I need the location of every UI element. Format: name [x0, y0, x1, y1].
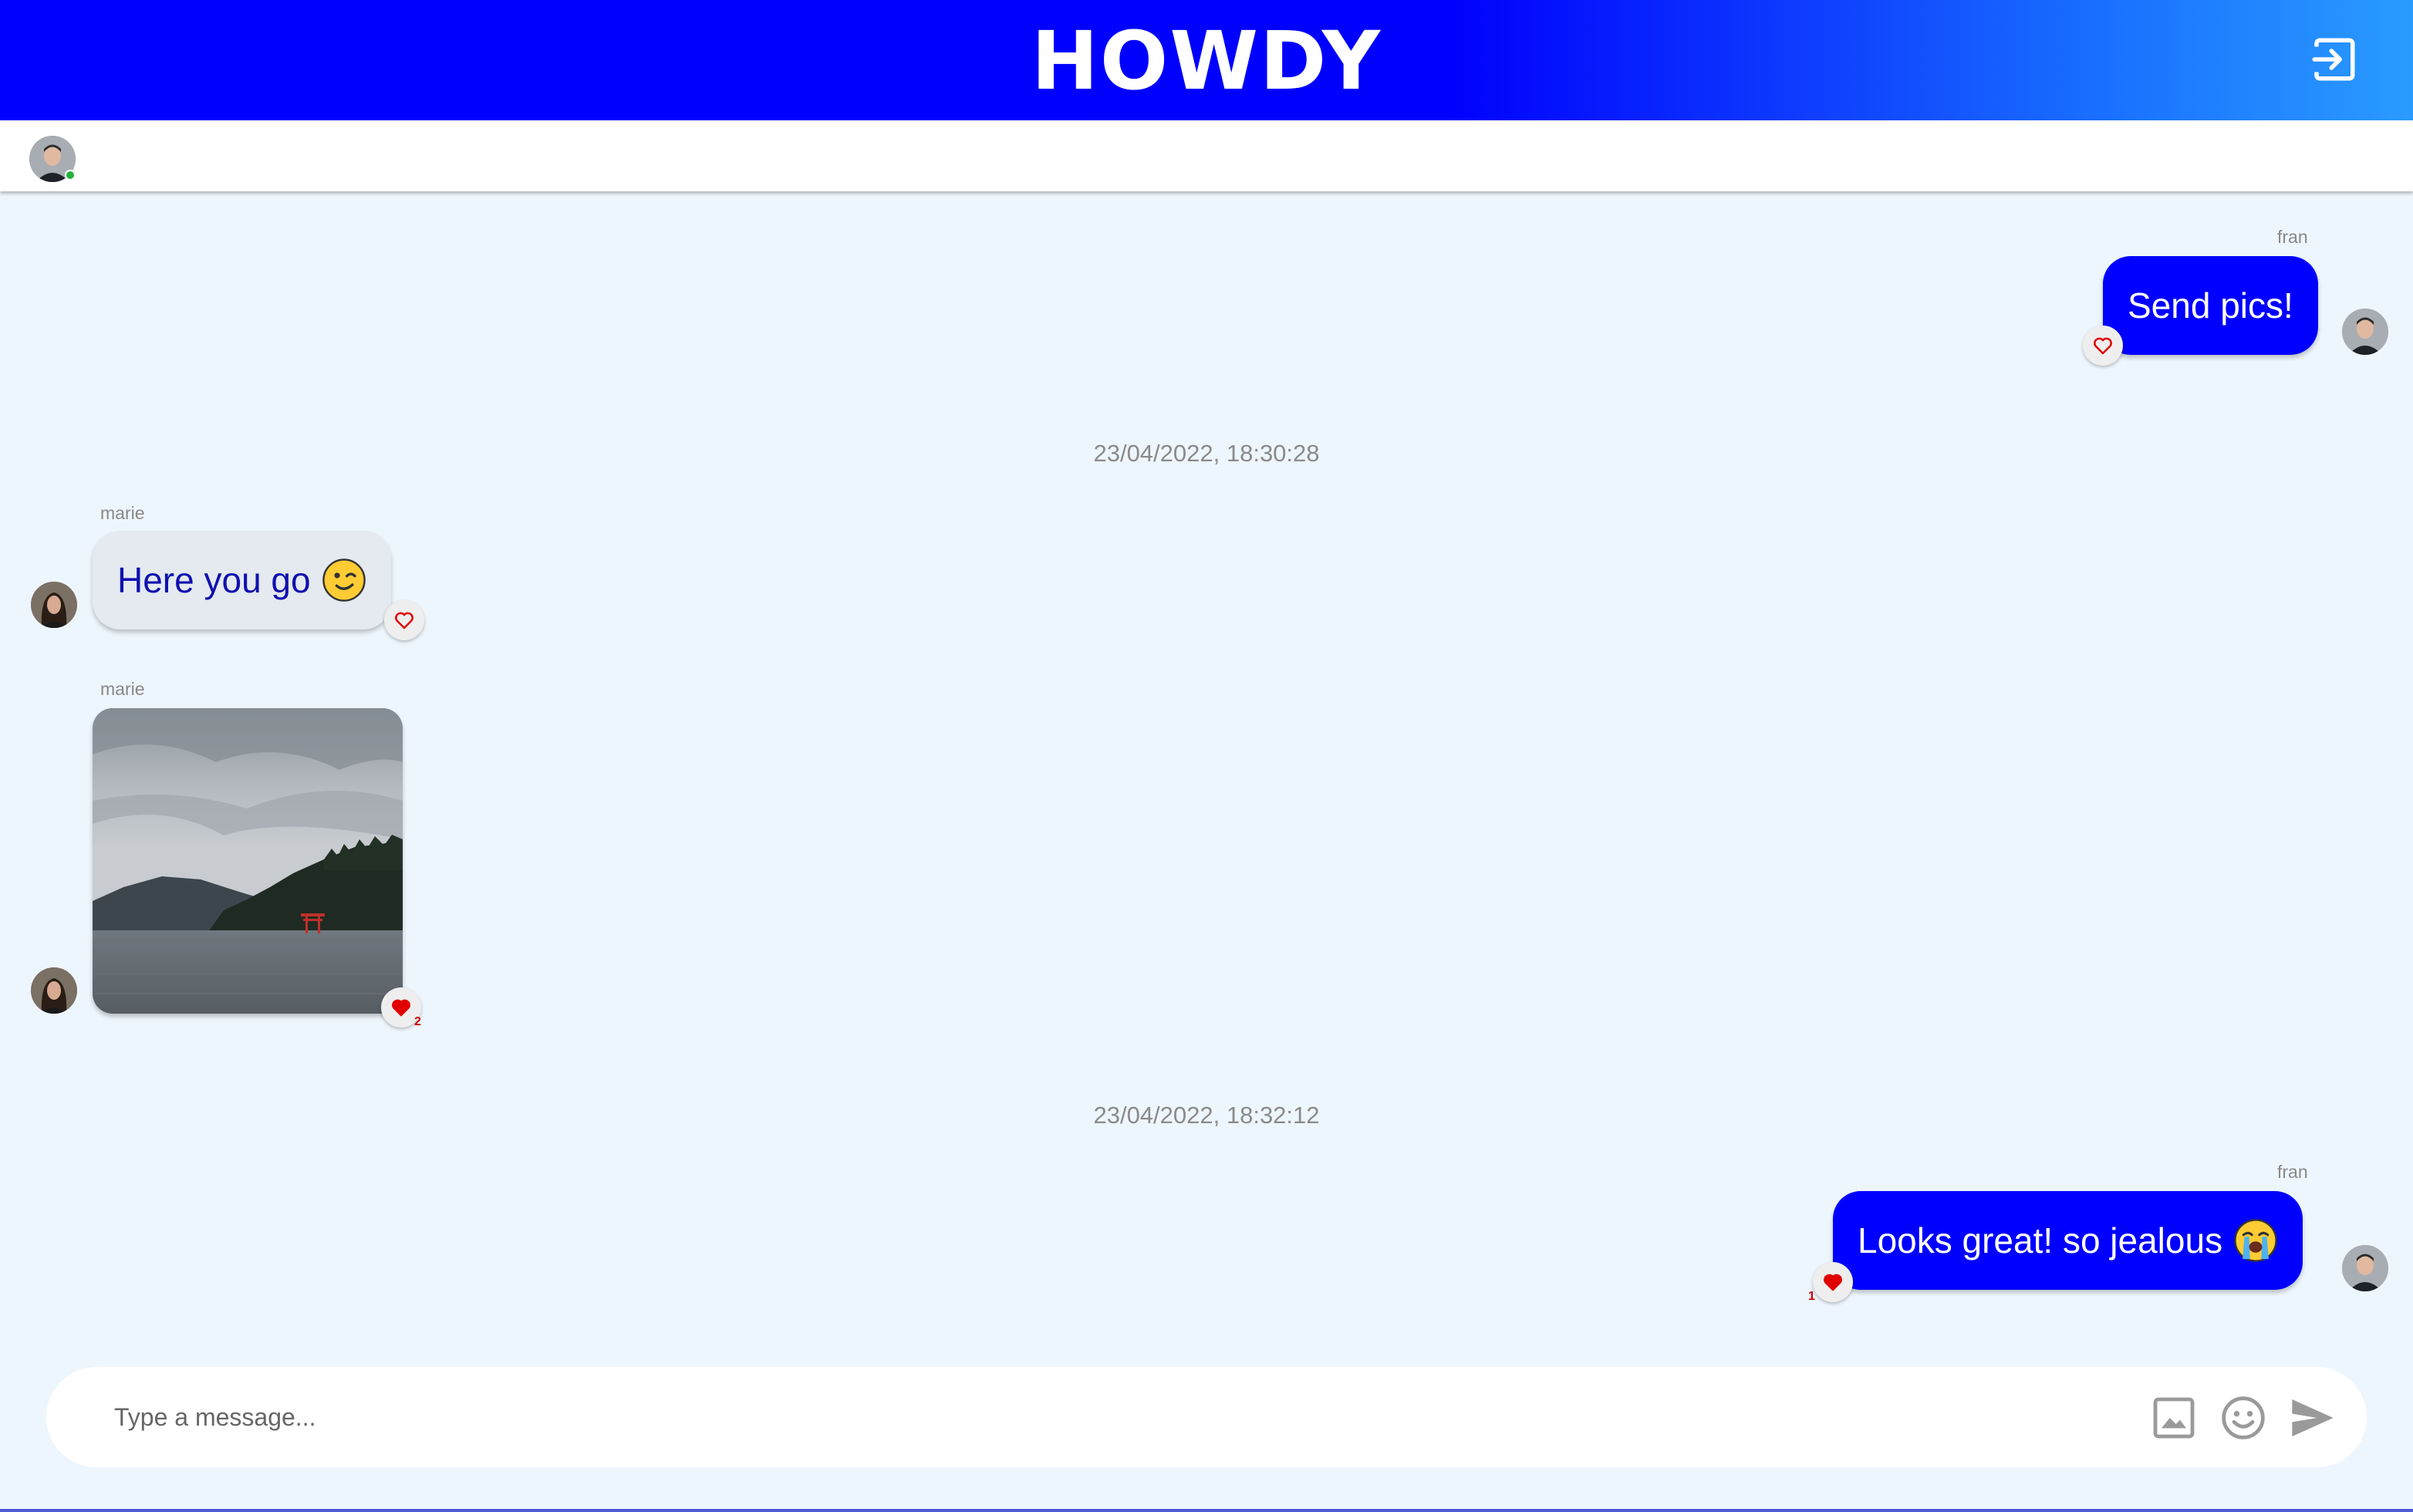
message-input[interactable]: [114, 1389, 2120, 1446]
message-bubble: Here you go: [93, 531, 391, 629]
heart-filled-icon: [1824, 1274, 1842, 1291]
message-text: Send pics!: [2128, 285, 2293, 326]
message-text: Looks great! so jealous: [1858, 1220, 2223, 1261]
logout-icon[interactable]: [2308, 34, 2359, 85]
image-icon[interactable]: [2149, 1393, 2199, 1443]
bottom-border: [0, 1509, 2413, 1512]
heart-filled-icon: [392, 999, 410, 1017]
app-header: HOWDY: [0, 0, 2413, 120]
sender-name: marie: [100, 503, 145, 523]
avatar: [31, 582, 77, 628]
message-timestamp: 23/04/2022, 18:32:12: [1093, 1102, 1320, 1129]
send-icon[interactable]: [2288, 1393, 2337, 1443]
message-bubble: Looks great! so jealous: [1833, 1191, 2303, 1290]
sender-name: marie: [100, 679, 145, 699]
emoji-icon[interactable]: [2219, 1393, 2268, 1443]
like-count: 2: [414, 1015, 421, 1028]
online-user-avatar[interactable]: [29, 136, 76, 182]
online-status-dot: [65, 170, 76, 181]
like-button[interactable]: [1813, 1262, 1853, 1302]
message-composer: [46, 1367, 2367, 1467]
shared-photo[interactable]: [93, 708, 403, 1014]
sender-name: fran: [2277, 227, 2308, 247]
like-button[interactable]: [2083, 326, 2123, 366]
app-title: HOWDY: [1031, 14, 1382, 108]
avatar: [2342, 309, 2388, 355]
message-bubble: Send pics!: [2103, 256, 2318, 355]
sender-name: fran: [2277, 1162, 2308, 1182]
winking-face-emoji: [322, 559, 366, 602]
loudly-crying-face-emoji: [2234, 1219, 2277, 1262]
avatar: [31, 967, 77, 1014]
heart-outline-icon: [2094, 337, 2112, 355]
online-users-bar: [0, 120, 2413, 191]
like-count: 1: [1808, 1290, 1815, 1303]
avatar: [2342, 1245, 2388, 1291]
message-timestamp: 23/04/2022, 18:30:28: [1093, 440, 1320, 467]
like-button[interactable]: [384, 600, 424, 640]
message-text: Here you go: [117, 560, 311, 600]
heart-outline-icon: [395, 612, 413, 629]
